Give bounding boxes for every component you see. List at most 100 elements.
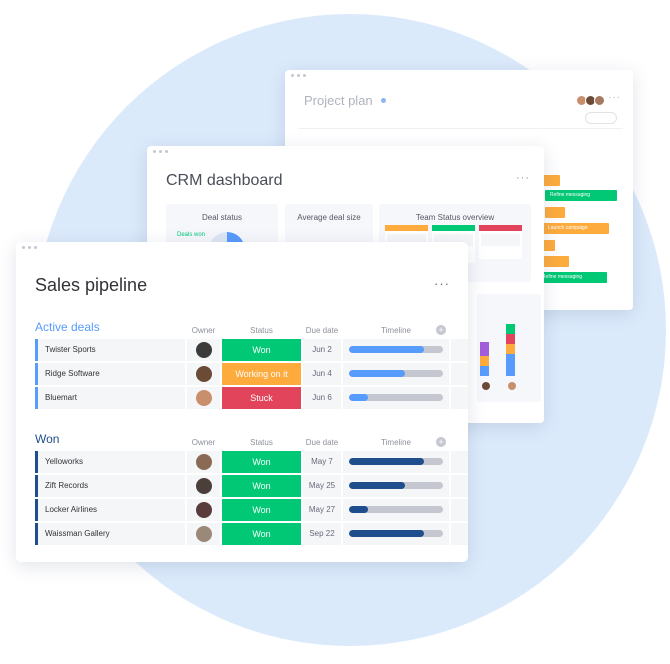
column-header[interactable]: Timeline bbox=[343, 438, 449, 447]
item-name[interactable]: Yelloworks bbox=[35, 451, 185, 473]
item-name[interactable]: Locker Airlines bbox=[35, 499, 185, 521]
owner-cell[interactable] bbox=[187, 451, 220, 473]
timeline-bar bbox=[349, 370, 443, 377]
bar-segment bbox=[480, 356, 489, 366]
table-row[interactable]: Yelloworks Won May 7 bbox=[35, 451, 468, 473]
due-date[interactable]: May 27 bbox=[303, 499, 341, 521]
status-badge[interactable]: Won bbox=[222, 523, 301, 545]
status-badge[interactable]: Stuck bbox=[222, 387, 301, 409]
bar-segment bbox=[506, 324, 515, 334]
deals-won-label: Deals won bbox=[177, 232, 206, 238]
more-icon[interactable]: ··· bbox=[434, 276, 450, 291]
gantt-bar[interactable] bbox=[541, 256, 569, 267]
bar-segment bbox=[506, 354, 515, 376]
empty-cell[interactable] bbox=[451, 387, 468, 409]
timeline-cell[interactable] bbox=[343, 339, 449, 361]
due-date[interactable]: Jun 2 bbox=[303, 339, 341, 361]
more-icon[interactable]: ··· bbox=[516, 172, 530, 184]
item-name[interactable]: Waissman Gallery bbox=[35, 523, 185, 545]
add-column-icon[interactable]: + bbox=[436, 325, 446, 335]
owner-cell[interactable] bbox=[187, 499, 220, 521]
owner-cell[interactable] bbox=[187, 339, 220, 361]
gantt-bar[interactable]: Refine messaging bbox=[537, 272, 607, 283]
timeline-bar bbox=[349, 530, 443, 537]
due-date[interactable]: May 25 bbox=[303, 475, 341, 497]
empty-cell[interactable] bbox=[451, 451, 468, 473]
item-name[interactable]: Ridge Software bbox=[35, 363, 185, 385]
status-dot-icon bbox=[381, 98, 386, 103]
column-header[interactable]: Timeline bbox=[343, 326, 449, 335]
owner-cell[interactable] bbox=[187, 387, 220, 409]
crm-dashboard-title: CRM dashboard bbox=[166, 172, 283, 189]
empty-cell[interactable] bbox=[451, 363, 468, 385]
column-header[interactable]: Due date bbox=[303, 326, 341, 335]
team-column bbox=[479, 225, 522, 259]
group-title[interactable]: Active deals bbox=[35, 320, 100, 334]
view-button[interactable] bbox=[585, 112, 617, 124]
timeline-progress bbox=[349, 370, 406, 377]
empty-cell[interactable] bbox=[451, 339, 468, 361]
status-badge[interactable]: Won bbox=[222, 499, 301, 521]
owner-cell[interactable] bbox=[187, 363, 220, 385]
group-title[interactable]: Won bbox=[35, 432, 59, 446]
timeline-cell[interactable] bbox=[343, 451, 449, 473]
timeline-bar bbox=[349, 394, 443, 401]
table-row[interactable]: Locker Airlines Won May 27 bbox=[35, 499, 468, 521]
status-badge[interactable]: Won bbox=[222, 451, 301, 473]
timeline-cell[interactable] bbox=[343, 499, 449, 521]
column-header[interactable]: Status bbox=[222, 326, 301, 335]
gantt-bar[interactable]: Refine messaging bbox=[545, 190, 617, 201]
table-row[interactable]: Twister Sports Won Jun 2 bbox=[35, 339, 468, 361]
empty-cell[interactable] bbox=[451, 499, 468, 521]
status-badge[interactable]: Won bbox=[222, 339, 301, 361]
avatar-group[interactable] bbox=[576, 95, 605, 106]
table-row[interactable]: Ridge Software Working on it Jun 4 bbox=[35, 363, 468, 385]
empty-cell[interactable] bbox=[451, 475, 468, 497]
avatar bbox=[196, 390, 212, 406]
column-header[interactable]: Owner bbox=[187, 326, 220, 335]
column-header[interactable]: Owner bbox=[187, 438, 220, 447]
timeline-cell[interactable] bbox=[343, 387, 449, 409]
add-column-icon[interactable]: + bbox=[436, 437, 446, 447]
window-controls bbox=[291, 74, 306, 77]
timeline-bar bbox=[349, 506, 443, 513]
avatar bbox=[594, 95, 605, 106]
gantt-bar[interactable]: Launch campaign bbox=[543, 223, 609, 234]
timeline-progress bbox=[349, 394, 368, 401]
timeline-cell[interactable] bbox=[343, 363, 449, 385]
avatar bbox=[196, 502, 212, 518]
avatar bbox=[196, 342, 212, 358]
due-date[interactable]: Sep 22 bbox=[303, 523, 341, 545]
due-date[interactable]: Jun 4 bbox=[303, 363, 341, 385]
item-name[interactable]: Twister Sports bbox=[35, 339, 185, 361]
status-badge[interactable]: Working on it bbox=[222, 363, 301, 385]
bar-segment bbox=[480, 342, 489, 356]
widget-label: Team Status overview bbox=[415, 213, 495, 222]
avatar bbox=[196, 366, 212, 382]
window-controls bbox=[22, 246, 37, 249]
timeline-cell[interactable] bbox=[343, 523, 449, 545]
timeline-progress bbox=[349, 482, 406, 489]
item-name[interactable]: Bluemart bbox=[35, 387, 185, 409]
more-icon[interactable]: ··· bbox=[608, 92, 621, 103]
column-header[interactable]: Due date bbox=[303, 438, 341, 447]
timeline-bar bbox=[349, 346, 443, 353]
widget-label: Average deal size bbox=[297, 213, 361, 222]
owner-cell[interactable] bbox=[187, 475, 220, 497]
column-header[interactable]: Status bbox=[222, 438, 301, 447]
due-date[interactable]: May 7 bbox=[303, 451, 341, 473]
table-row[interactable]: Zift Records Won May 25 bbox=[35, 475, 468, 497]
timeline-cell[interactable] bbox=[343, 475, 449, 497]
bar-segment bbox=[506, 334, 515, 344]
table-row[interactable]: Waissman Gallery Won Sep 22 bbox=[35, 523, 468, 545]
status-badge[interactable]: Won bbox=[222, 475, 301, 497]
widget-label: Deal status bbox=[201, 213, 243, 222]
empty-cell[interactable] bbox=[451, 523, 468, 545]
timeline-bar bbox=[349, 482, 443, 489]
table-row[interactable]: Bluemart Stuck Jun 6 bbox=[35, 387, 468, 409]
owner-cell[interactable] bbox=[187, 523, 220, 545]
due-date[interactable]: Jun 6 bbox=[303, 387, 341, 409]
item-name[interactable]: Zift Records bbox=[35, 475, 185, 497]
timeline-progress bbox=[349, 530, 425, 537]
gantt-bar[interactable] bbox=[545, 207, 565, 218]
